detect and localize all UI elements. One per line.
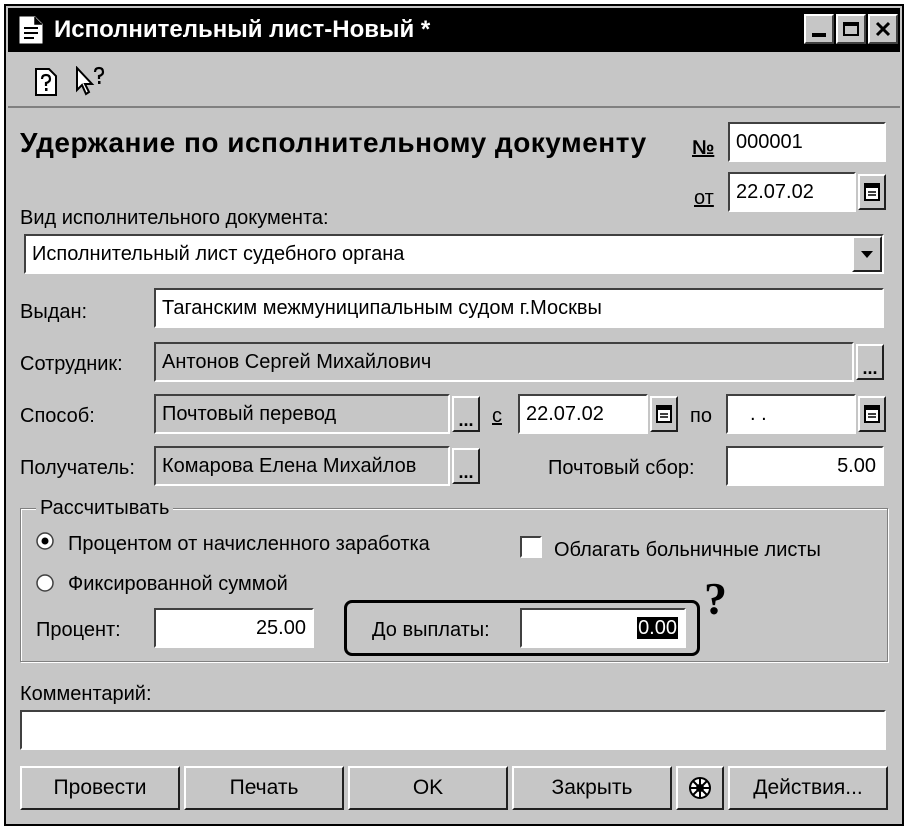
context-help-icon[interactable] [74,65,108,98]
gear-icon [689,777,711,799]
radio-percent[interactable] [36,532,54,550]
postal-fee-field[interactable]: 5.00 [726,446,884,486]
method-field[interactable]: Почтовый перевод [154,394,450,434]
to-label: по [690,405,712,427]
issued-field[interactable]: Таганским межмуниципальным судом г.Москв… [154,288,884,328]
issued-label: Выдан: [20,301,88,323]
from-label: с [492,405,502,427]
post-button[interactable]: Провести [20,766,180,810]
sick-leave-checkbox[interactable] [520,536,542,558]
settings-button[interactable] [676,766,724,810]
from-date-field[interactable]: 22.07.02 [518,394,648,434]
doc-type-label: Вид исполнительного документа: [20,207,329,229]
percent-label: Процент: [36,619,121,641]
close-button[interactable] [868,14,898,44]
minimize-button[interactable] [804,14,834,44]
comment-label: Комментарий: [20,683,152,705]
calendar-icon [864,405,880,423]
doc-type-dropdown-button[interactable] [852,236,882,272]
calc-group-label: Рассчитывать [36,496,174,520]
radio-percent-label[interactable]: Процентом от начисленного заработка [68,532,430,556]
title-bar[interactable]: Исполнительный лист-Новый * [8,8,900,52]
ok-button[interactable]: OK [348,766,508,810]
until-payment-label: До выплаты: [372,619,490,641]
date-label: от [694,187,714,209]
employee-field[interactable]: Антонов Сергей Михайлович [154,342,854,382]
comment-field[interactable] [20,710,886,750]
window-title: Исполнительный лист-Новый * [54,16,431,43]
help-icon[interactable] [34,68,58,96]
sick-leave-label[interactable]: Облагать больничные листы [554,538,821,562]
chevron-down-icon [861,251,873,258]
from-calendar-button[interactable] [650,396,678,432]
print-button[interactable]: Печать [184,766,344,810]
minimize-icon [812,33,826,37]
radio-fixed[interactable] [36,574,54,592]
radio-fixed-label[interactable]: Фиксированной суммой [68,572,288,596]
recipient-label: Получатель: [20,457,135,479]
date-calendar-button[interactable] [858,174,886,210]
to-date-field[interactable]: . . [726,394,856,434]
postal-fee-label: Почтовый сбор: [548,457,695,479]
close-dialog-button[interactable]: Закрыть [512,766,672,810]
employee-select-button[interactable]: ... [856,344,884,380]
maximize-button[interactable] [836,14,866,44]
date-field[interactable]: 22.07.02 [728,172,856,212]
recipient-field[interactable]: Комарова Елена Михайлов [154,446,450,486]
dialog-window: Исполнительный лист-Новый * Удержание по… [4,4,904,826]
close-icon [875,21,891,37]
method-select-button[interactable]: ... [452,396,480,432]
document-icon [18,16,44,44]
to-calendar-button[interactable] [858,396,886,432]
employee-label: Сотрудник: [20,353,123,375]
number-label: № [692,137,715,159]
until-payment-value: 0.00 [637,617,678,639]
calendar-icon [656,405,672,423]
recipient-select-button[interactable]: ... [452,448,480,484]
until-payment-field[interactable]: 0.00 [520,608,686,648]
actions-button[interactable]: Действия... [728,766,888,810]
form-heading: Удержание по исполнительному документу [20,127,647,158]
method-label: Способ: [20,405,95,427]
toolbar [8,54,900,108]
calendar-icon [864,183,880,201]
number-field[interactable]: 000001 [728,122,886,162]
percent-field[interactable]: 25.00 [154,608,314,648]
doc-type-select[interactable]: Исполнительный лист судебного органа [24,234,884,274]
maximize-icon [843,22,859,36]
question-mark: ? [704,573,727,624]
